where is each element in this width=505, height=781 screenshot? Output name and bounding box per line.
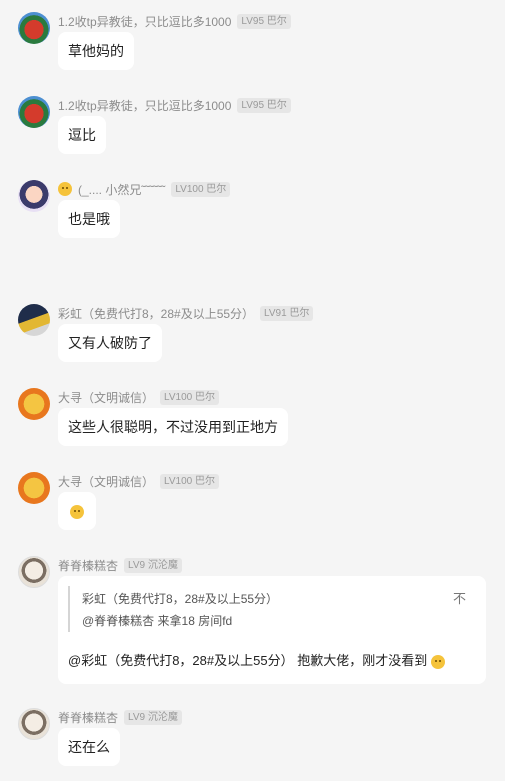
quote-collapse-button[interactable]: 不 [453, 588, 466, 607]
reply-text: @彩虹（免费代打8，28#及以上55分） 抱歉大佬，刚才没看到 [68, 650, 445, 669]
message-bubble[interactable]: 也是哦 [58, 200, 120, 238]
user-avatar[interactable] [18, 708, 50, 740]
user-avatar[interactable] [18, 180, 50, 212]
level-badge: LV9 沉沦魔 [124, 709, 182, 725]
quoted-reply-card[interactable]: 彩虹（免费代打8，28#及以上55分） @脊脊榛糕杏 来拿18 房间fd 不 @… [58, 576, 486, 684]
message-text: 草他妈的 [68, 43, 124, 59]
sender-name[interactable]: (_.... 小然兄˜˜˜˜˜˜ [78, 181, 165, 198]
user-avatar[interactable] [18, 96, 50, 128]
laugh-emoji-icon [430, 654, 445, 669]
sender-name[interactable]: 大寻（文明诚信） [58, 473, 154, 490]
sender-name[interactable]: 1.2收tp异教徒，只比逗比多1000 [58, 13, 231, 30]
message-bubble[interactable]: 逗比 [58, 116, 106, 154]
quoted-text: @脊脊榛糕杏 来拿18 房间fd [82, 614, 233, 628]
quoted-sender-name: 彩虹（免费代打8，28#及以上55分） [82, 592, 279, 606]
sender-name[interactable]: 彩虹（免费代打8，28#及以上55分） [58, 305, 254, 322]
user-avatar[interactable] [18, 388, 50, 420]
message-text: 这些人很聪明，不过没用到正地方 [68, 419, 278, 435]
level-badge: LV95 巴尔 [237, 13, 291, 29]
message-text: 又有人破防了 [68, 335, 152, 351]
message-meta: (_.... 小然兄˜˜˜˜˜˜ LV100 巴尔 [58, 180, 231, 198]
level-badge: LV95 巴尔 [237, 97, 291, 113]
message-text: 逗比 [68, 127, 96, 143]
message-meta: 大寻（文明诚信） LV100 巴尔 [58, 388, 219, 406]
message-bubble[interactable]: 还在么 [58, 728, 120, 766]
level-badge: LV91 巴尔 [260, 305, 314, 321]
level-badge: LV100 巴尔 [160, 473, 219, 489]
smirk-emoji-icon [70, 505, 84, 520]
message-bubble[interactable]: 这些人很聪明，不过没用到正地方 [58, 408, 288, 446]
message-text: 也是哦 [68, 211, 110, 227]
level-badge: LV100 巴尔 [171, 181, 231, 197]
smiley-icon [58, 182, 72, 196]
sender-name[interactable]: 脊脊榛糕杏 [58, 557, 118, 574]
user-avatar[interactable] [18, 556, 50, 588]
reply-text-content: @彩虹（免费代打8，28#及以上55分） 抱歉大佬，刚才没看到 [68, 653, 428, 668]
user-avatar[interactable] [18, 472, 50, 504]
message-bubble[interactable]: 草他妈的 [58, 32, 134, 70]
quoted-message[interactable]: 彩虹（免费代打8，28#及以上55分） @脊脊榛糕杏 来拿18 房间fd 不 [68, 586, 474, 632]
message-meta: 1.2收tp异教徒，只比逗比多1000 LV95 巴尔 [58, 12, 291, 30]
sender-name[interactable]: 脊脊榛糕杏 [58, 709, 118, 726]
message-meta: 彩虹（免费代打8，28#及以上55分） LV91 巴尔 [58, 304, 314, 322]
message-bubble[interactable] [58, 492, 96, 530]
user-avatar[interactable] [18, 12, 50, 44]
message-meta: 脊脊榛糕杏 LV9 沉沦魔 [58, 556, 182, 574]
level-badge: LV100 巴尔 [160, 389, 219, 405]
message-bubble[interactable]: 又有人破防了 [58, 324, 162, 362]
message-text: 还在么 [68, 739, 110, 755]
message-meta: 脊脊榛糕杏 LV9 沉沦魔 [58, 708, 182, 726]
message-meta: 1.2收tp异教徒，只比逗比多1000 LV95 巴尔 [58, 96, 291, 114]
message-meta: 大寻（文明诚信） LV100 巴尔 [58, 472, 219, 490]
sender-name[interactable]: 大寻（文明诚信） [58, 389, 154, 406]
level-badge: LV9 沉沦魔 [124, 557, 182, 573]
user-avatar[interactable] [18, 304, 50, 336]
sender-name[interactable]: 1.2收tp异教徒，只比逗比多1000 [58, 97, 231, 114]
